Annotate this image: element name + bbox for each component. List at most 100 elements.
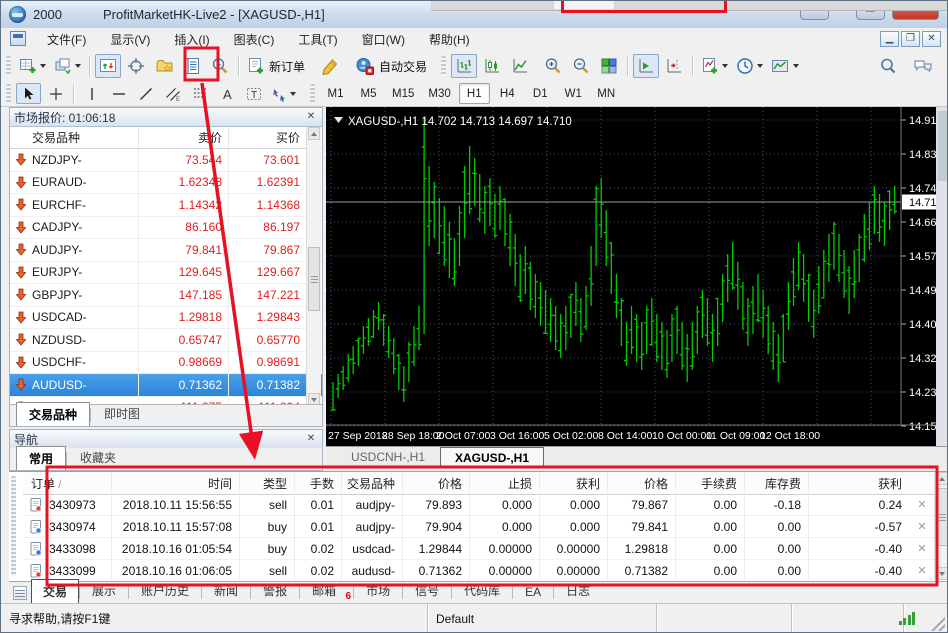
price-chart[interactable]: 14.91514.83014.74514.66014.57514.49014.4…	[326, 107, 948, 446]
column-header-open-price[interactable]: 价格	[402, 472, 469, 494]
market-watch-row[interactable]: CADJPY- 86.160 86.197	[10, 216, 322, 239]
data-window-button[interactable]	[123, 54, 149, 78]
chart-window-icon[interactable]	[10, 31, 26, 46]
terminal-tab-9[interactable]: EA	[513, 581, 553, 603]
crosshair-cursor-button[interactable]	[43, 83, 68, 104]
navigator-tab-0[interactable]: 常用	[16, 446, 67, 470]
equidistant-channel-button[interactable]: E	[160, 83, 185, 104]
terminal-tab-7[interactable]: 信号	[403, 578, 451, 603]
panel-gripper[interactable]	[11, 476, 16, 576]
menu-item[interactable]: 显示(V)	[98, 28, 162, 51]
column-header-profit[interactable]: 获利	[808, 472, 909, 494]
period-button-w1[interactable]: W1	[558, 83, 589, 104]
cursor-button[interactable]	[16, 83, 41, 104]
market-watch-row[interactable]: NZDJPY- 73.544 73.601	[10, 149, 322, 172]
chart-tab-0[interactable]: USDCNH-,H1	[336, 446, 440, 468]
period-button-h1[interactable]: H1	[458, 83, 490, 104]
market-watch-header[interactable]: 市场报价: 01:06:18 ✕	[10, 108, 322, 127]
mdi-restore-button[interactable]: ❐	[901, 31, 920, 47]
column-header-time[interactable]: 时间	[111, 472, 239, 494]
terminal-tab-0[interactable]: 交易	[31, 579, 80, 603]
terminal-toggle-button[interactable]	[179, 54, 205, 78]
close-order-icon[interactable]: ✕	[909, 542, 935, 555]
profiles-button[interactable]	[51, 54, 84, 78]
status-profile[interactable]: Default	[428, 604, 657, 632]
menu-item[interactable]: 帮助(H)	[417, 28, 482, 51]
terminal-tab-5[interactable]: 邮箱 6	[300, 578, 353, 603]
market-watch-row[interactable]: NZDUSD- 0.65747 0.65770	[10, 329, 322, 352]
zoom-out-button[interactable]	[568, 54, 594, 78]
orders-table-header[interactable]: 订单 / 时间 类型 手数 交易品种 价格 止损 获利 价格 手续费 库存费 获利	[23, 472, 935, 495]
market-watch-tab-1[interactable]: 即时图	[91, 401, 153, 426]
zoom-in-button[interactable]	[540, 54, 566, 78]
dropdown-arrow-icon[interactable]	[722, 64, 729, 68]
mdi-close-button[interactable]: ✕	[922, 31, 941, 47]
trendline-button[interactable]	[133, 83, 158, 104]
menu-item[interactable]: 窗口(W)	[350, 28, 417, 51]
column-header-stop-loss[interactable]: 止损	[469, 472, 539, 494]
terminal-tab-10[interactable]: 日志	[554, 578, 602, 603]
column-header-lots[interactable]: 手数	[294, 472, 341, 494]
dropdown-arrow-icon[interactable]	[793, 64, 800, 68]
market-watch-tab-0[interactable]: 交易品种	[16, 402, 91, 426]
order-row[interactable]: 3430974 2018.10.11 15:57:08 buy 0.01 audjpy-…	[23, 516, 935, 538]
column-header-symbol[interactable]: 交易品种	[341, 472, 402, 494]
new-order-label[interactable]: 新订单	[269, 58, 305, 75]
scrollbar-thumb[interactable]	[308, 247, 320, 311]
close-order-icon[interactable]: ✕	[909, 520, 935, 533]
column-header-ask[interactable]: 买价	[228, 127, 306, 148]
market-watch-row[interactable]: EURCHF- 1.14342 1.14368	[10, 194, 322, 217]
close-order-icon[interactable]: ✕	[909, 564, 935, 577]
column-header-take-profit[interactable]: 获利	[539, 472, 607, 494]
chart-line-button[interactable]	[507, 54, 533, 78]
period-button-h4[interactable]: H4	[492, 83, 523, 104]
terminal-tab-3[interactable]: 新闻	[202, 578, 250, 603]
new-chart-button[interactable]	[16, 54, 49, 78]
chat-button[interactable]	[910, 54, 936, 78]
dropdown-arrow-icon[interactable]	[75, 64, 81, 68]
order-row[interactable]: 3433098 2018.10.16 01:05:54 buy 0.02 usdcad-…	[23, 538, 935, 560]
terminal-tab-6[interactable]: 市场	[354, 578, 402, 603]
text-button[interactable]: A	[214, 83, 239, 104]
period-button-m30[interactable]: M30	[422, 83, 456, 104]
chart-bars-button[interactable]	[451, 54, 478, 78]
close-icon[interactable]: ✕	[304, 110, 318, 124]
period-button-m5[interactable]: M5	[353, 83, 384, 104]
market-watch-row[interactable]: USDCHF- 0.98669 0.98691	[10, 351, 322, 374]
period-button-m1[interactable]: M1	[320, 83, 351, 104]
autotrading-label[interactable]: 自动交易	[379, 58, 427, 75]
column-header-commission[interactable]: 手续费	[675, 472, 744, 494]
strategy-tester-button[interactable]	[207, 54, 233, 78]
scroll-up-icon[interactable]	[936, 472, 947, 485]
tile-windows-button[interactable]	[596, 54, 622, 78]
market-watch-row[interactable]: EURAUD- 1.62348 1.62391	[10, 171, 322, 194]
column-header-bid[interactable]: 卖价	[138, 127, 228, 148]
chart-candles-button[interactable]	[479, 54, 505, 78]
market-watch-scrollbar[interactable]	[306, 127, 321, 406]
market-watch-row[interactable]: EURJPY- 129.645 129.667	[10, 261, 322, 284]
navigator-tab-1[interactable]: 收藏夹	[67, 445, 129, 470]
resize-grip[interactable]	[931, 617, 945, 631]
column-header-symbol[interactable]: 交易品种	[32, 129, 138, 146]
metaeditor-button[interactable]	[317, 54, 343, 78]
toolbar-gripper[interactable]	[441, 56, 447, 76]
scrollbar-thumb[interactable]	[936, 488, 947, 546]
chart-shift-button[interactable]	[661, 54, 687, 78]
mdi-minimize-button[interactable]: ▁	[880, 31, 899, 47]
period-button-m15[interactable]: M15	[386, 83, 420, 104]
navigator-toggle-button[interactable]	[151, 54, 177, 78]
period-button-d1[interactable]: D1	[525, 83, 556, 104]
close-order-icon[interactable]: ✕	[909, 498, 935, 511]
column-header-type[interactable]: 类型	[239, 472, 294, 494]
periods-button[interactable]	[733, 54, 766, 78]
terminal-tab-4[interactable]: 警报	[251, 578, 299, 603]
market-watch-row[interactable]: AUDJPY- 79.841 79.867	[10, 239, 322, 262]
templates-button[interactable]	[768, 54, 802, 78]
horizontal-line-button[interactable]	[106, 83, 131, 104]
close-icon[interactable]: ✕	[304, 432, 318, 446]
period-button-mn[interactable]: MN	[591, 83, 622, 104]
market-watch-row[interactable]: GBPJPY- 147.185 147.221	[10, 284, 322, 307]
arrows-button[interactable]	[268, 83, 299, 104]
search-button[interactable]	[875, 54, 901, 78]
menu-item[interactable]: 插入(I)	[162, 28, 221, 51]
